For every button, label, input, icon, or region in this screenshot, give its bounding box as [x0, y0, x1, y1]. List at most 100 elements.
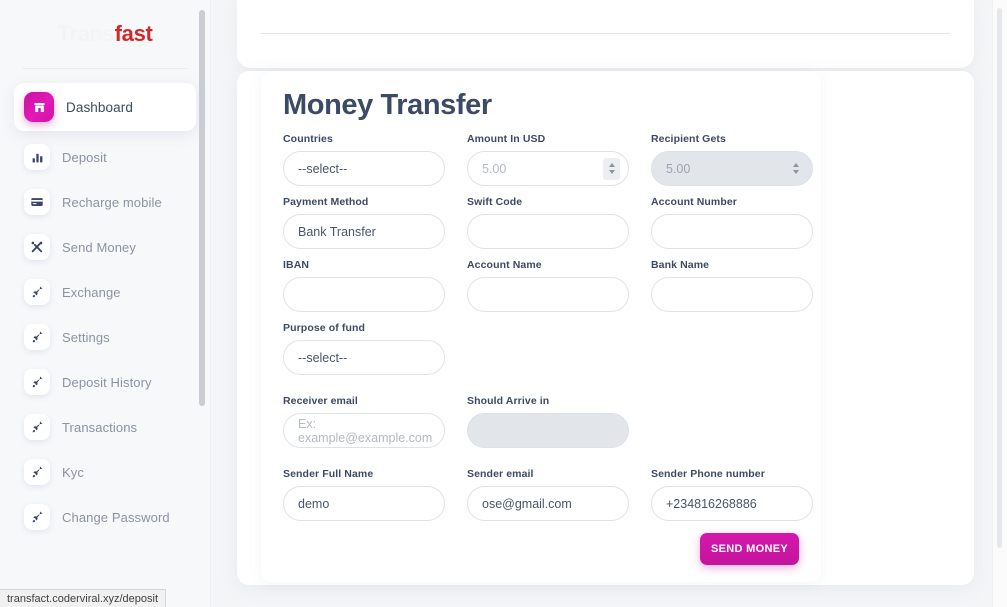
- rocket-icon: [24, 279, 50, 305]
- field-swift-code: Swift Code: [467, 196, 629, 249]
- sidebar-scrollbar-thumb[interactable]: [199, 10, 205, 406]
- amount-usd-placeholder: 5.00: [482, 161, 507, 176]
- field-recipient-gets: Recipient Gets 5.00: [651, 133, 813, 186]
- page-title: Money Transfer: [283, 89, 492, 121]
- sender-phone-number-input[interactable]: +234816268886: [651, 486, 813, 521]
- sidebar-divider: [22, 68, 188, 69]
- sidebar-item-label: Settings: [62, 329, 110, 345]
- iban-input[interactable]: [283, 277, 445, 312]
- field-label: Sender Full Name: [283, 468, 374, 480]
- field-amount-usd: Amount In USD 5.00: [467, 133, 629, 186]
- page-scrollbar-thumb[interactable]: [997, 8, 1002, 548]
- field-label: Payment Method: [283, 196, 369, 208]
- money-transfer-outer-card: Money Transfer Countries --select-- Amou…: [237, 71, 974, 585]
- amount-usd-input[interactable]: 5.00: [467, 151, 629, 186]
- sidebar-item-label: Transactions: [62, 419, 138, 435]
- account-number-input[interactable]: [651, 214, 813, 249]
- field-label: Sender email: [467, 468, 534, 480]
- field-spacer: [651, 395, 813, 448]
- field-bank-name: Bank Name: [651, 259, 813, 312]
- field-label: Account Name: [467, 259, 542, 271]
- field-label: Sender Phone number: [651, 468, 765, 480]
- field-label: Countries: [283, 133, 333, 145]
- app-root: Trans fast Dashboard Deposit Recharge mo…: [0, 0, 1007, 607]
- sidebar-item-settings[interactable]: Settings: [14, 315, 196, 359]
- form-row-6: Sender Full Name demo Sender email ose@g…: [283, 468, 813, 521]
- main-content: Money Transfer Countries --select-- Amou…: [211, 0, 1007, 607]
- payment-method-input[interactable]: Bank Transfer: [283, 214, 445, 249]
- field-label: Recipient Gets: [651, 133, 726, 145]
- field-purpose-of-fund: Purpose of fund --select--: [283, 322, 445, 375]
- sidebar-item-label: Exchange: [62, 284, 121, 300]
- form-row-4: Purpose of fund --select--: [283, 322, 799, 375]
- field-label: Bank Name: [651, 259, 710, 271]
- sidebar-item-kyc[interactable]: Kyc: [14, 450, 196, 494]
- field-should-arrive-in: Should Arrive in: [467, 395, 629, 448]
- sidebar-item-label: Dashboard: [66, 99, 133, 115]
- rocket-icon: [24, 414, 50, 440]
- sidebar-nav: Dashboard Deposit Recharge mobile Send M…: [0, 83, 210, 539]
- recipient-gets-placeholder: 5.00: [666, 161, 691, 176]
- field-label: Account Number: [651, 196, 737, 208]
- sidebar-item-send-money[interactable]: Send Money: [14, 225, 196, 269]
- sidebar-item-recharge-mobile[interactable]: Recharge mobile: [14, 180, 196, 224]
- field-label: Amount In USD: [467, 133, 546, 145]
- sidebar-item-change-password[interactable]: Change Password: [14, 495, 196, 539]
- brand-logo-part1: Trans: [57, 21, 115, 46]
- sidebar-item-label: Change Password: [62, 509, 170, 525]
- sender-full-name-input[interactable]: demo: [283, 486, 445, 521]
- sidebar-item-deposit-history[interactable]: Deposit History: [14, 360, 196, 404]
- account-name-input[interactable]: [467, 277, 629, 312]
- sidebar-item-transactions[interactable]: Transactions: [14, 405, 196, 449]
- page-scrollbar[interactable]: [992, 0, 1007, 607]
- sidebar-item-deposit[interactable]: Deposit: [14, 135, 196, 179]
- field-payment-method: Payment Method Bank Transfer: [283, 196, 445, 249]
- field-sender-full-name: Sender Full Name demo: [283, 468, 445, 521]
- bar-chart-icon: [24, 144, 50, 170]
- credit-card-icon: [24, 189, 50, 215]
- rocket-icon: [24, 459, 50, 485]
- form-row-5: Receiver email Ex: example@example.com S…: [283, 395, 799, 448]
- rocket-icon: [24, 504, 50, 530]
- field-iban: IBAN: [283, 259, 445, 312]
- field-countries: Countries --select--: [283, 133, 445, 186]
- brand-logo-part2: fast: [114, 21, 153, 46]
- field-label: Should Arrive in: [467, 395, 550, 407]
- top-panel-divider: [261, 33, 950, 34]
- swift-code-input[interactable]: [467, 214, 629, 249]
- send-money-button[interactable]: SEND MONEY: [700, 533, 799, 565]
- spinner-icon[interactable]: [603, 157, 620, 180]
- sidebar-item-exchange[interactable]: Exchange: [14, 270, 196, 314]
- sidebar-item-label: Recharge mobile: [62, 194, 162, 210]
- field-account-name: Account Name: [467, 259, 629, 312]
- bank-name-input[interactable]: [651, 277, 813, 312]
- home-icon: [24, 92, 54, 122]
- sidebar-scrollbar[interactable]: [199, 0, 208, 607]
- field-account-number: Account Number: [651, 196, 813, 249]
- countries-select[interactable]: --select--: [283, 151, 445, 186]
- form-row-2: Payment Method Bank Transfer Swift Code …: [283, 196, 813, 249]
- form-actions: SEND MONEY: [283, 533, 799, 565]
- recipient-gets-input: 5.00: [651, 151, 813, 186]
- receiver-email-input[interactable]: Ex: example@example.com: [283, 413, 445, 448]
- sidebar-item-label: Kyc: [62, 464, 84, 480]
- sidebar-item-label: Deposit History: [62, 374, 152, 390]
- status-bar-url: transfact.coderviral.xyz/deposit: [0, 589, 167, 607]
- field-label: Purpose of fund: [283, 322, 365, 334]
- sidebar-item-label: Send Money: [62, 239, 136, 255]
- should-arrive-in-input: [467, 413, 629, 448]
- money-transfer-form-card: Money Transfer Countries --select-- Amou…: [261, 72, 821, 582]
- purpose-of-fund-select[interactable]: --select--: [283, 340, 445, 375]
- top-panel-card: [237, 0, 974, 68]
- field-label: Swift Code: [467, 196, 523, 208]
- sidebar-item-dashboard[interactable]: Dashboard: [14, 83, 196, 131]
- field-sender-email: Sender email ose@gmail.com: [467, 468, 629, 521]
- brand-logo[interactable]: Trans fast: [0, 0, 210, 68]
- field-sender-phone-number: Sender Phone number +234816268886: [651, 468, 813, 521]
- field-receiver-email: Receiver email Ex: example@example.com: [283, 395, 445, 448]
- sidebar: Trans fast Dashboard Deposit Recharge mo…: [0, 0, 211, 607]
- sender-email-input[interactable]: ose@gmail.com: [467, 486, 629, 521]
- form-row-3: IBAN Account Name Bank Name: [283, 259, 813, 312]
- field-label: Receiver email: [283, 395, 358, 407]
- form-row-1: Countries --select-- Amount In USD 5.00 …: [283, 133, 813, 186]
